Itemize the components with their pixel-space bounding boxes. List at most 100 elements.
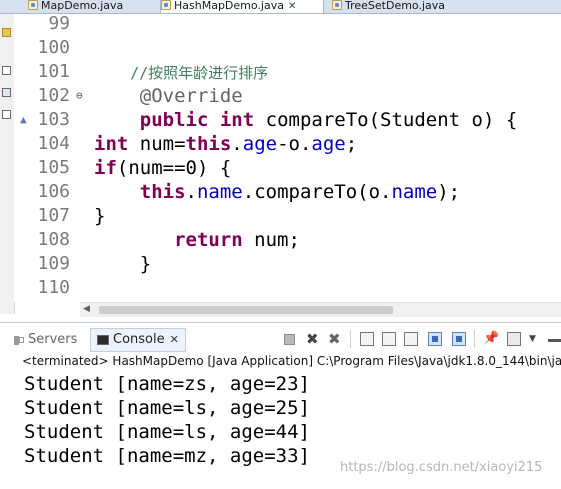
left-panel-strip	[0, 14, 15, 314]
override-marker-icon: ▲	[20, 113, 27, 126]
remove-launch-icon[interactable]: ✖	[306, 332, 320, 347]
close-icon[interactable]: ✕	[170, 333, 179, 346]
line-number: 106	[37, 181, 70, 202]
code-token: age	[311, 133, 346, 155]
scroll-left-icon[interactable]: ◀	[83, 304, 90, 314]
code-line[interactable]: 104 int num=this.age-o.age;	[14, 132, 561, 156]
scroll-lock-icon[interactable]	[382, 332, 396, 346]
code-line[interactable]: 108 return num;	[14, 228, 561, 252]
tab-servers[interactable]: Servers	[14, 332, 77, 348]
file-icon[interactable]	[2, 66, 11, 75]
line-number: 105	[37, 157, 70, 178]
tab-label: Servers	[28, 332, 78, 347]
servers-icon	[14, 335, 24, 345]
code-line[interactable]: 107}	[14, 204, 561, 228]
line-number: 108	[37, 229, 70, 250]
code-token: num;	[242, 229, 300, 251]
code-text: @Override	[94, 84, 243, 108]
toolbar-separator	[350, 330, 351, 348]
code-token: .	[231, 133, 243, 155]
code-line[interactable]: 105 if(num==0) {	[14, 156, 561, 180]
editor-horizontal-scrollbar[interactable]: ◀	[80, 302, 561, 317]
console-output-line: Student [name=ls, age=44]	[24, 421, 310, 443]
line-number: 107	[37, 205, 70, 226]
code-token: @Override	[94, 85, 243, 107]
word-wrap-icon[interactable]	[404, 332, 418, 346]
code-token: -o.	[277, 133, 312, 155]
close-icon[interactable]: ✕	[288, 1, 296, 12]
pin-console-icon[interactable]: 📌	[483, 332, 499, 346]
code-text: return num;	[94, 228, 300, 252]
code-token: }	[94, 205, 106, 227]
minimize-icon[interactable]	[548, 339, 561, 342]
code-line[interactable]: 102 ⊖ @Override	[14, 84, 561, 108]
code-token: ;	[345, 133, 358, 155]
line-number: 99	[48, 13, 70, 34]
line-number: 110	[37, 277, 70, 298]
remove-all-terminated-icon[interactable]: ✖	[328, 332, 342, 347]
display-console-icon[interactable]	[507, 332, 521, 346]
outline-icon[interactable]	[2, 88, 11, 97]
line-number: 100	[37, 37, 70, 58]
tab-label: TreeSetDemo.java	[345, 0, 446, 12]
tab-label: Console	[113, 332, 165, 347]
console-icon	[97, 334, 109, 345]
code-line[interactable]: 110	[14, 276, 561, 300]
line-number: 104	[37, 133, 70, 154]
line-number: 101	[37, 61, 70, 82]
code-text: int num=this.age-o.age;	[94, 132, 357, 156]
code-token: return	[174, 229, 243, 251]
code-token: .compareTo(o.	[242, 181, 392, 203]
java-file-icon	[161, 0, 171, 10]
code-line[interactable]: 99	[14, 12, 561, 36]
code-token: name	[391, 181, 438, 203]
code-token: num=	[128, 133, 186, 155]
tab-label: MapDemo.java	[41, 0, 124, 12]
folder-icon[interactable]	[2, 28, 11, 37]
tab-label: HashMapDemo.java	[174, 0, 284, 12]
line-number: 102	[37, 85, 70, 106]
code-token: public	[139, 109, 209, 131]
code-token: age	[242, 133, 278, 155]
code-line[interactable]: 106 this.name.compareTo(o.name);	[14, 180, 561, 204]
code-editor[interactable]: 99 100 101 //按照年龄进行排序 102 ⊖ @Override 103 ▲ pu…	[14, 12, 561, 302]
java-file-icon	[332, 0, 342, 10]
code-text: public int compareTo(Student o) {	[94, 108, 518, 132]
code-token: int	[94, 133, 129, 155]
file-icon[interactable]	[2, 110, 11, 119]
terminate-icon[interactable]	[284, 334, 295, 345]
line-number: 109	[37, 253, 70, 274]
console-output[interactable]: Student [name=zs, age=23] Student [name=…	[24, 372, 561, 468]
code-token: this	[185, 133, 232, 155]
code-line[interactable]: 100	[14, 36, 561, 60]
code-token: //按照年龄进行排序	[94, 64, 269, 82]
show-console-on-error-icon[interactable]	[452, 332, 466, 346]
code-token: }	[94, 253, 152, 275]
code-line[interactable]: 103 ▲ public int compareTo(Student o) {	[14, 108, 561, 132]
fold-toggle-icon[interactable]: ⊖	[76, 84, 83, 108]
code-line[interactable]: 101 //按照年龄进行排序	[14, 60, 561, 84]
scrollbar-thumb[interactable]	[99, 306, 393, 314]
watermark: https://blog.csdn.net/xiaoyi215	[340, 460, 543, 475]
clear-console-icon[interactable]	[360, 332, 374, 346]
console-output-line: Student [name=ls, age=25]	[24, 397, 310, 419]
code-token: if	[94, 157, 117, 179]
code-token: name	[196, 181, 243, 203]
tab-console[interactable]: Console ✕	[90, 328, 186, 352]
chevron-down-icon[interactable]: ▼	[529, 332, 543, 346]
code-line[interactable]: 109 }	[14, 252, 561, 276]
code-token: (num==0) {	[116, 157, 232, 179]
show-console-on-output-icon[interactable]	[428, 332, 442, 346]
console-output-line: Student [name=zs, age=23]	[24, 373, 310, 395]
toolbar-separator	[474, 330, 475, 348]
code-text: this.name.compareTo(o.name);	[94, 180, 460, 204]
code-token: int	[219, 109, 255, 131]
code-token: .	[185, 181, 197, 203]
java-file-icon	[28, 0, 38, 10]
code-text: }	[94, 252, 151, 276]
code-text: }	[94, 204, 105, 228]
